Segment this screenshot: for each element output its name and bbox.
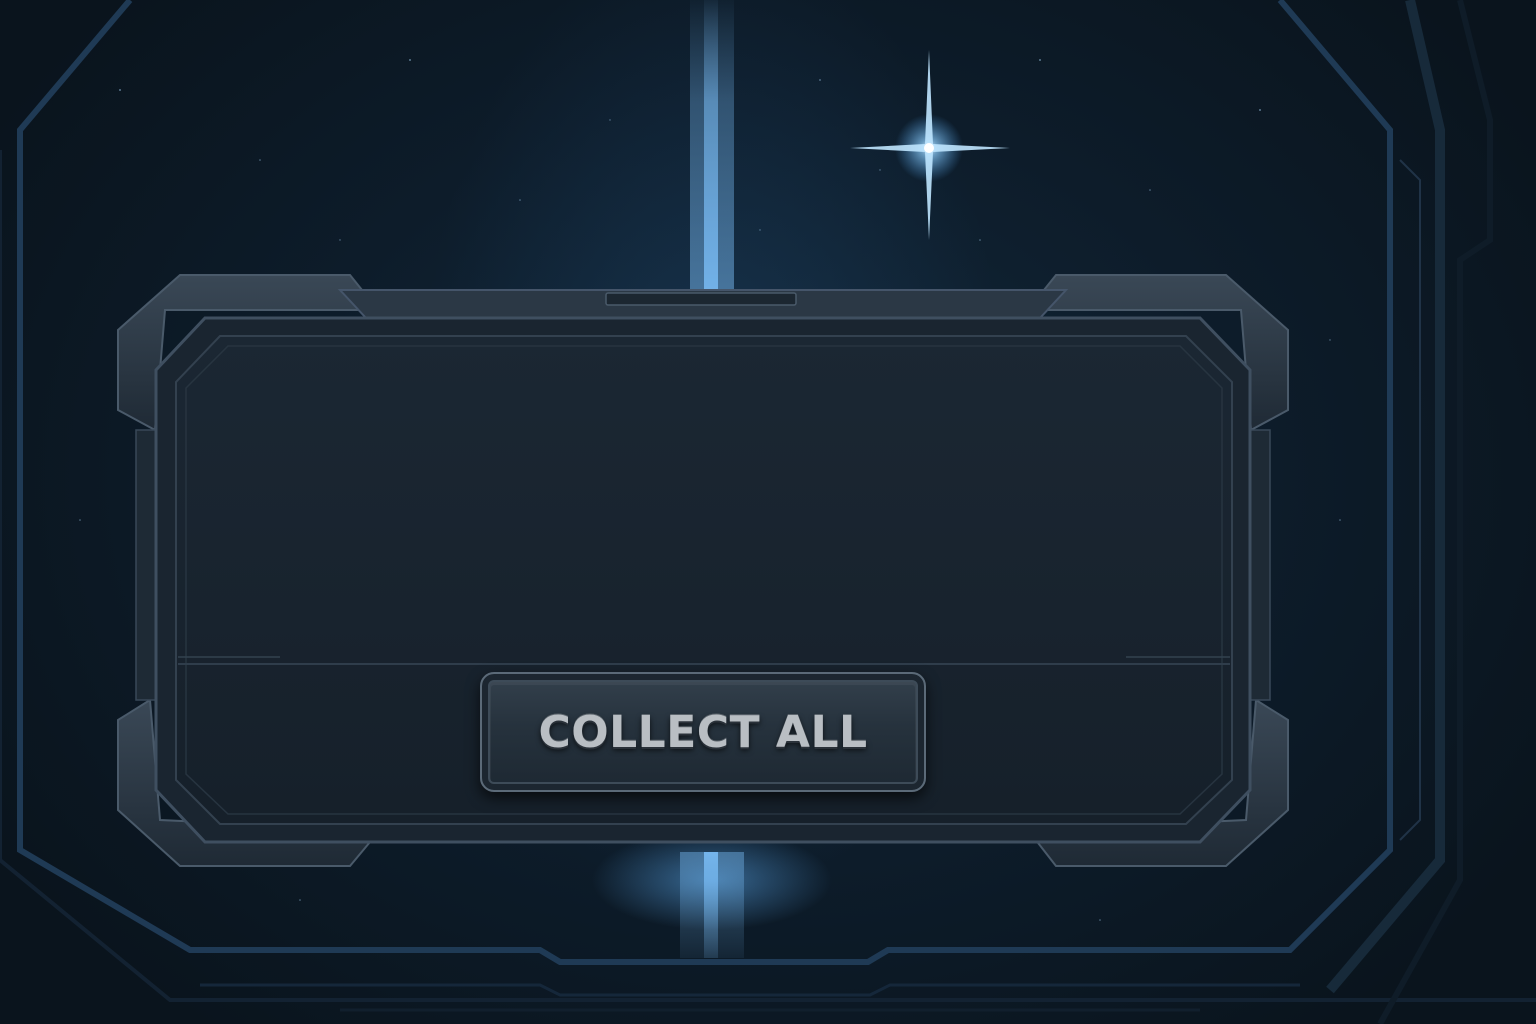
collect-all-button-label: COLLECT ALL bbox=[538, 706, 868, 758]
game-screen: COLLECT ALL bbox=[0, 0, 1536, 1024]
collect-all-button[interactable]: COLLECT ALL bbox=[480, 672, 926, 792]
scene-art bbox=[0, 0, 1536, 1024]
four-point-star-icon bbox=[850, 50, 1010, 240]
